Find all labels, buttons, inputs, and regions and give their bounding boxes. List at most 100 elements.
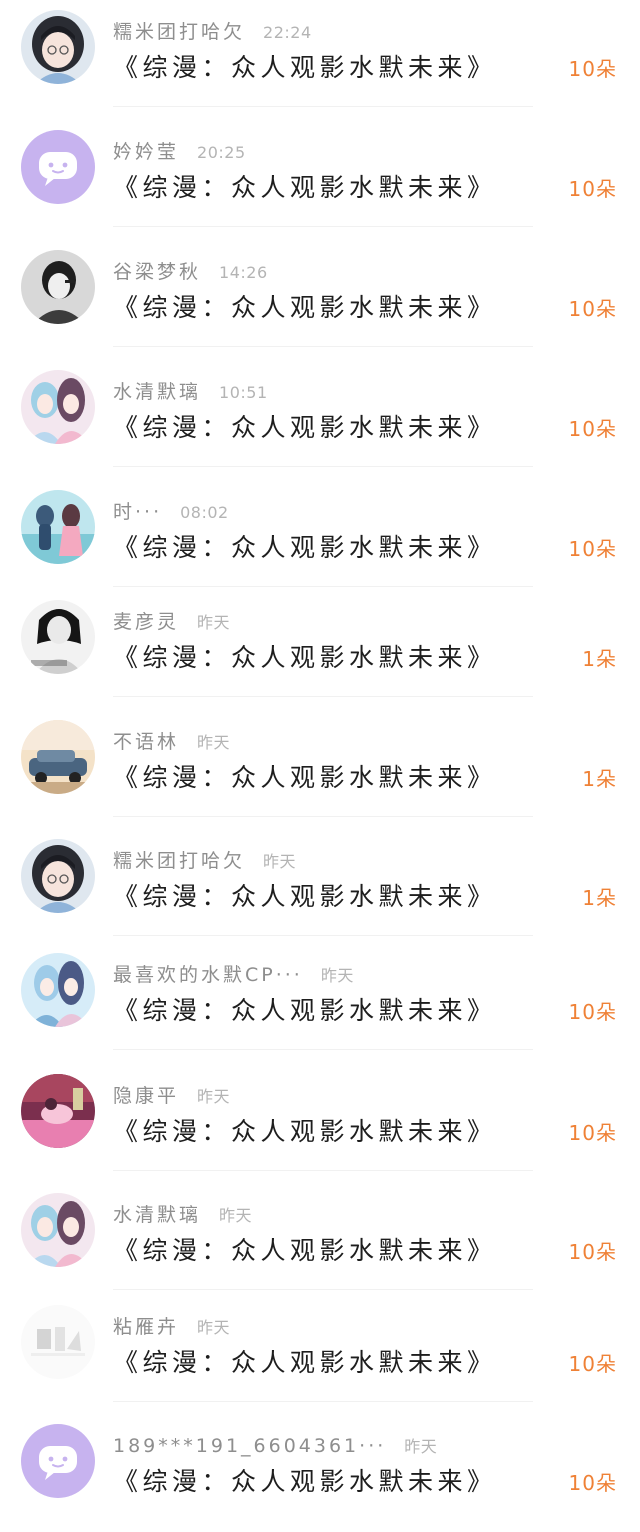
item-meta: 189***191_6604361··· 昨天 xyxy=(113,1433,437,1459)
timestamp: 14:26 xyxy=(219,263,268,282)
flower-count: 10朵 xyxy=(568,537,617,561)
book-title: 《综漫：众人观影水默未来》 xyxy=(113,1348,497,1377)
list-item[interactable]: 时··· 08:02 《综漫：众人观影水默未来》 10朵 xyxy=(0,480,640,598)
flower-count: 10朵 xyxy=(568,1240,617,1264)
timestamp: 昨天 xyxy=(197,733,231,752)
timestamp: 昨天 xyxy=(263,852,297,871)
item-meta: 水清默璃 10:51 xyxy=(113,379,268,405)
book-title: 《综漫：众人观影水默未来》 xyxy=(113,413,497,442)
user-name[interactable]: 糯米团打哈欠 xyxy=(113,850,245,872)
user-name[interactable]: 水清默璃 xyxy=(113,381,201,403)
divider xyxy=(113,1170,533,1171)
divider xyxy=(113,466,533,467)
avatar[interactable] xyxy=(21,370,95,444)
avatar[interactable] xyxy=(21,1424,95,1498)
timestamp: 08:02 xyxy=(180,503,229,522)
user-name[interactable]: 水清默璃 xyxy=(113,1204,201,1226)
flower-count: 10朵 xyxy=(568,1471,617,1495)
list-item[interactable]: 粘雁卉 昨天 《综漫：众人观影水默未来》 10朵 xyxy=(0,1295,640,1413)
flower-count: 1朵 xyxy=(582,886,617,910)
item-meta: 妗妗莹 20:25 xyxy=(113,139,246,165)
user-name[interactable]: 最喜欢的水默CP··· xyxy=(113,964,303,986)
flower-count: 1朵 xyxy=(582,647,617,671)
avatar[interactable] xyxy=(21,720,95,794)
book-title: 《综漫：众人观影水默未来》 xyxy=(113,1467,497,1496)
avatar[interactable] xyxy=(21,490,95,564)
flower-count: 1朵 xyxy=(582,767,617,791)
list-item[interactable]: 谷梁梦秋 14:26 《综漫：众人观影水默未来》 10朵 xyxy=(0,240,640,358)
flower-count: 10朵 xyxy=(568,1352,617,1376)
user-name[interactable]: 189***191_6604361··· xyxy=(113,1435,386,1457)
gift-list: 糯米团打哈欠 22:24 《综漫：众人观影水默未来》 10朵 妗妗莹 20:25 《… xyxy=(0,0,640,1522)
avatar-image xyxy=(21,720,95,794)
flower-count: 10朵 xyxy=(568,417,617,441)
timestamp: 昨天 xyxy=(219,1206,253,1225)
avatar[interactable] xyxy=(21,130,95,204)
book-title: 《综漫：众人观影水默未来》 xyxy=(113,533,497,562)
list-item[interactable]: 水清默璃 昨天 《综漫：众人观影水默未来》 10朵 xyxy=(0,1183,640,1301)
list-item[interactable]: 糯米团打哈欠 昨天 《综漫：众人观影水默未来》 1朵 xyxy=(0,829,640,947)
user-name[interactable]: 糯米团打哈欠 xyxy=(113,21,245,43)
list-item[interactable]: 不语林 昨天 《综漫：众人观影水默未来》 1朵 xyxy=(0,710,640,828)
timestamp: 10:51 xyxy=(219,383,268,402)
avatar[interactable] xyxy=(21,10,95,84)
timestamp: 昨天 xyxy=(320,966,354,985)
book-title: 《综漫：众人观影水默未来》 xyxy=(113,643,497,672)
divider xyxy=(113,1049,533,1050)
list-item[interactable]: 麦彦灵 昨天 《综漫：众人观影水默未来》 1朵 xyxy=(0,590,640,708)
avatar-image xyxy=(21,600,95,674)
item-meta: 时··· 08:02 xyxy=(113,499,229,525)
divider xyxy=(113,935,533,936)
avatar-image xyxy=(21,130,95,204)
avatar-image xyxy=(21,839,95,913)
list-item[interactable]: 隐康平 昨天 《综漫：众人观影水默未来》 10朵 xyxy=(0,1064,640,1182)
avatar[interactable] xyxy=(21,1193,95,1267)
avatar-image xyxy=(21,1424,95,1498)
avatar-image xyxy=(21,1305,95,1379)
item-meta: 粘雁卉 昨天 xyxy=(113,1314,230,1340)
timestamp: 昨天 xyxy=(197,1318,231,1337)
book-title: 《综漫：众人观影水默未来》 xyxy=(113,173,497,202)
list-item[interactable]: 水清默璃 10:51 《综漫：众人观影水默未来》 10朵 xyxy=(0,360,640,478)
user-name[interactable]: 麦彦灵 xyxy=(113,611,179,633)
avatar[interactable] xyxy=(21,250,95,324)
divider xyxy=(113,586,533,587)
avatar-image xyxy=(21,1074,95,1148)
item-meta: 隐康平 昨天 xyxy=(113,1083,230,1109)
book-title: 《综漫：众人观影水默未来》 xyxy=(113,882,497,911)
item-meta: 最喜欢的水默CP··· 昨天 xyxy=(113,962,354,988)
book-title: 《综漫：众人观影水默未来》 xyxy=(113,1117,497,1146)
avatar[interactable] xyxy=(21,1305,95,1379)
divider xyxy=(113,106,533,107)
avatar-image xyxy=(21,370,95,444)
item-meta: 不语林 昨天 xyxy=(113,729,230,755)
list-item[interactable]: 妗妗莹 20:25 《综漫：众人观影水默未来》 10朵 xyxy=(0,120,640,238)
book-title: 《综漫：众人观影水默未来》 xyxy=(113,293,497,322)
user-name[interactable]: 不语林 xyxy=(113,731,179,753)
flower-count: 10朵 xyxy=(568,57,617,81)
item-meta: 糯米团打哈欠 22:24 xyxy=(113,19,312,45)
divider xyxy=(113,1289,533,1290)
divider xyxy=(113,226,533,227)
avatar[interactable] xyxy=(21,600,95,674)
item-meta: 麦彦灵 昨天 xyxy=(113,609,230,635)
book-title: 《综漫：众人观影水默未来》 xyxy=(113,53,497,82)
avatar[interactable] xyxy=(21,1074,95,1148)
timestamp: 昨天 xyxy=(404,1437,438,1456)
avatar[interactable] xyxy=(21,953,95,1027)
divider xyxy=(113,346,533,347)
user-name[interactable]: 时··· xyxy=(113,501,162,523)
user-name[interactable]: 妗妗莹 xyxy=(113,141,179,163)
list-item[interactable]: 糯米团打哈欠 22:24 《综漫：众人观影水默未来》 10朵 xyxy=(0,0,640,118)
avatar[interactable] xyxy=(21,839,95,913)
list-item[interactable]: 最喜欢的水默CP··· 昨天 《综漫：众人观影水默未来》 10朵 xyxy=(0,943,640,1061)
item-meta: 糯米团打哈欠 昨天 xyxy=(113,848,296,874)
avatar-image xyxy=(21,1193,95,1267)
divider xyxy=(113,1401,533,1402)
user-name[interactable]: 隐康平 xyxy=(113,1085,179,1107)
flower-count: 10朵 xyxy=(568,1000,617,1024)
user-name[interactable]: 谷梁梦秋 xyxy=(113,261,201,283)
user-name[interactable]: 粘雁卉 xyxy=(113,1316,179,1338)
avatar-image xyxy=(21,10,95,84)
list-item[interactable]: 189***191_6604361··· 昨天 《综漫：众人观影水默未来》 10朵 xyxy=(0,1414,640,1532)
